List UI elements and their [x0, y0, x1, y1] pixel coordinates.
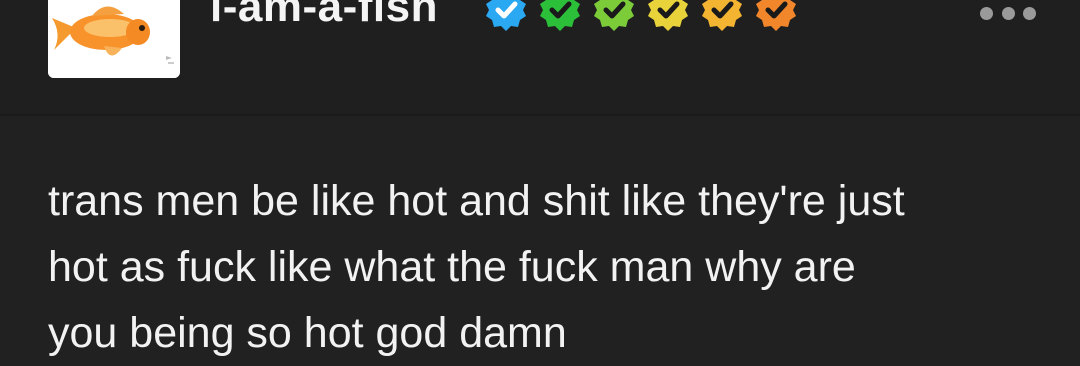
verified-badge-icon	[648, 0, 688, 31]
more-options-icon	[1023, 6, 1036, 20]
verified-badge-icon	[594, 0, 634, 31]
more-options-button[interactable]	[980, 0, 1036, 26]
more-options-icon	[1001, 6, 1015, 20]
verified-badge-icon	[702, 0, 742, 31]
more-options-icon	[980, 6, 993, 20]
post-body-text: trans men be like hot and shit like they…	[48, 177, 905, 357]
badge-list	[482, 0, 800, 40]
goldfish-icon	[48, 0, 180, 78]
verified-badge-icon	[486, 0, 526, 31]
username[interactable]: i-am-a-fish	[210, 0, 438, 32]
avatar[interactable]	[48, 0, 180, 78]
verified-badge-icon	[756, 0, 796, 31]
verified-badge-icon	[540, 0, 580, 31]
post-header: i-am-a-fish	[0, 0, 1080, 116]
